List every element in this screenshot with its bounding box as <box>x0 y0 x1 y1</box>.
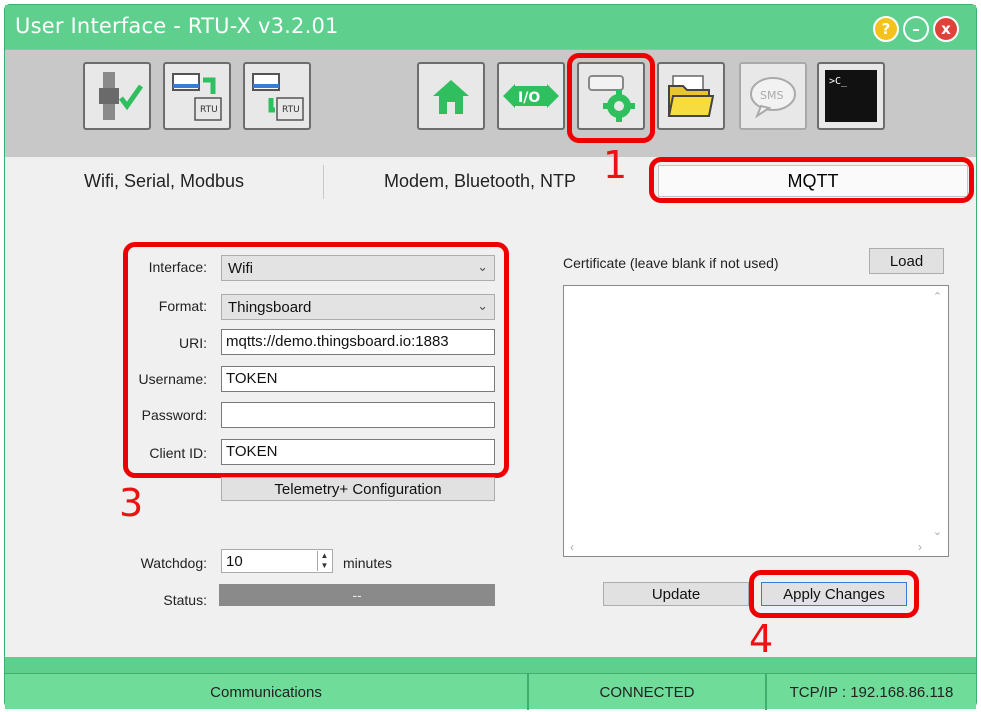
scroll-left-icon[interactable]: ‹ <box>570 540 574 554</box>
close-button[interactable]: x <box>933 16 959 42</box>
certificate-label: Certificate (leave blank if not used) <box>563 255 779 271</box>
io-button[interactable]: I/O <box>497 62 565 130</box>
home-button[interactable] <box>417 62 485 130</box>
callout-3: 3 <box>119 481 144 525</box>
telemetry-config-button[interactable]: Telemetry+ Configuration <box>221 477 495 501</box>
scroll-down-icon[interactable]: ⌄ <box>933 525 942 538</box>
sms-button[interactable]: SMS <box>739 62 807 130</box>
status-value: -- <box>219 584 495 606</box>
terminal-prompt: >C_ <box>829 76 848 87</box>
open-folder-button[interactable] <box>657 62 725 130</box>
terminal-icon: >C_ <box>825 70 877 122</box>
highlight-box-1 <box>567 53 655 143</box>
rtu-upload-icon: RTU <box>252 73 304 121</box>
connect-button[interactable] <box>83 62 151 130</box>
app-window: User Interface - RTU-X v3.2.01 ? – x RTU <box>4 4 977 710</box>
scroll-up-icon[interactable]: ⌃ <box>933 290 942 303</box>
home-icon <box>433 80 469 114</box>
communications-status: Communications <box>210 683 322 701</box>
status-label: Status: <box>163 592 207 608</box>
status-bar: Communications CONNECTED TCP/IP : 192.16… <box>5 673 976 710</box>
update-button[interactable]: Update <box>603 582 749 606</box>
certificate-textarea[interactable]: ⌃ ⌄ ‹ › <box>563 285 949 557</box>
spinner-arrows-icon[interactable]: ▲ ▼ <box>317 551 331 571</box>
tab-wifi-serial-modbus[interactable]: Wifi, Serial, Modbus <box>5 157 323 205</box>
folder-icon <box>667 75 715 117</box>
watchdog-unit: minutes <box>343 555 393 571</box>
highlight-box-4 <box>749 570 919 618</box>
callout-4: 4 <box>749 617 774 661</box>
help-button[interactable]: ? <box>873 16 899 42</box>
svg-text:I/O: I/O <box>518 90 540 106</box>
watchdog-value: 10 <box>226 553 243 570</box>
upload-from-rtu-button[interactable]: RTU <box>243 62 311 130</box>
title-bar: User Interface - RTU-X v3.2.01 ? – x <box>5 5 976 49</box>
terminal-button[interactable]: >C_ <box>817 62 885 130</box>
svg-text:RTU: RTU <box>200 105 218 115</box>
callout-1: 1 <box>603 143 628 187</box>
minimize-button[interactable]: – <box>903 16 929 42</box>
window-title: User Interface - RTU-X v3.2.01 <box>15 14 339 38</box>
rtu-download-icon: RTU <box>172 73 222 121</box>
tcpip-address: TCP/IP : 192.168.86.118 <box>789 683 954 701</box>
sms-icon-label: SMS <box>760 89 783 102</box>
scroll-right-icon[interactable]: › <box>918 540 922 554</box>
highlight-box-2 <box>649 157 974 203</box>
io-icon: I/O <box>503 84 559 108</box>
watchdog-stepper[interactable]: 10 ▲ ▼ <box>221 549 333 573</box>
connection-state: CONNECTED <box>599 683 695 701</box>
load-button[interactable]: Load <box>869 248 944 274</box>
sms-icon: SMS <box>750 77 796 118</box>
tab-divider <box>323 165 324 199</box>
connect-check-icon <box>99 72 144 120</box>
highlight-box-3 <box>123 242 509 478</box>
svg-text:RTU: RTU <box>282 105 300 115</box>
download-to-rtu-button[interactable]: RTU <box>163 62 231 130</box>
watchdog-label: Watchdog: <box>140 555 207 571</box>
toolbar: RTU RTU I/O SMS >C_ <box>5 49 976 157</box>
